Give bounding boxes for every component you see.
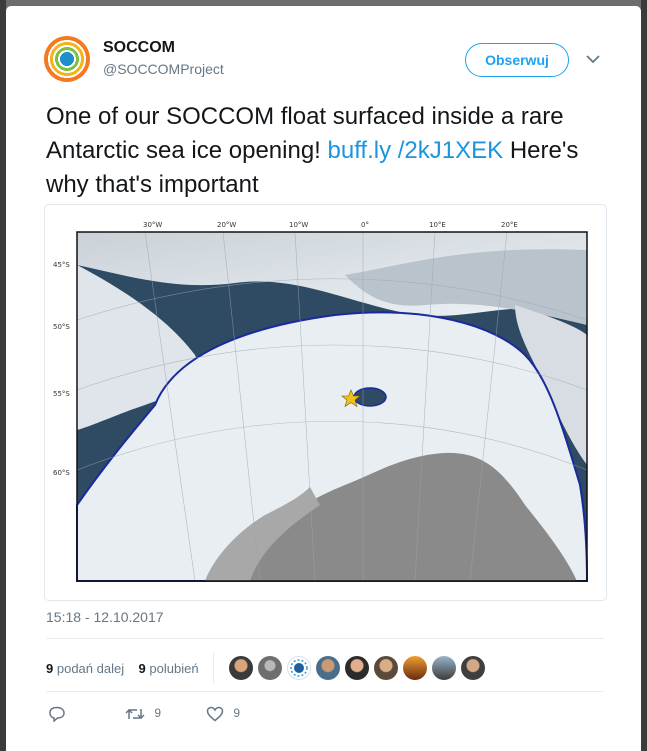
liker-avatar[interactable] (403, 656, 427, 680)
retweet-action-count: 9 (154, 706, 162, 721)
heart-icon (206, 706, 224, 722)
screen-name[interactable]: @SOCCOMProject (103, 61, 224, 77)
follow-button[interactable]: Obserwuj (465, 43, 569, 77)
retweet-action[interactable]: 9 (125, 706, 161, 722)
chevron-down-icon[interactable] (584, 52, 602, 66)
divider (46, 691, 604, 692)
like-action[interactable]: 9 (206, 706, 240, 722)
reply-action[interactable] (48, 706, 66, 723)
lon-label: 20°E (501, 221, 518, 229)
tweet-link[interactable]: buff.ly /2kJ1XEK (328, 137, 504, 164)
like-action-count: 9 (233, 706, 241, 721)
tweet-card: SOCCOM @SOCCOMProject Obserwuj One of ou… (6, 6, 641, 751)
tweet-media-map[interactable]: 30°W 20°W 10°W 0° 10°E 20°E 45°S 50°S 55… (44, 204, 607, 601)
reply-icon (49, 706, 65, 723)
lon-label: 10°W (289, 221, 308, 229)
tweet-text: One of our SOCCOM float surfaced inside … (46, 100, 606, 202)
engagement-stats: 9 podań dalej 9 polubień (46, 661, 199, 676)
display-name[interactable]: SOCCOM (103, 39, 175, 57)
lon-label: 20°W (217, 221, 236, 229)
lat-label: 45°S (53, 261, 70, 269)
divider (46, 638, 604, 639)
stats-separator (213, 653, 214, 683)
background-page-right (641, 0, 647, 751)
liker-avatar[interactable] (316, 656, 340, 680)
lat-label: 55°S (53, 390, 70, 398)
lon-label: 30°W (143, 221, 162, 229)
lat-label: 60°S (53, 469, 70, 477)
like-label[interactable]: polubień (149, 661, 198, 676)
lon-label: 10°E (429, 221, 446, 229)
retweet-count[interactable]: 9 (46, 661, 53, 676)
like-count[interactable]: 9 (139, 661, 146, 676)
liker-avatar[interactable] (258, 656, 282, 680)
liker-avatar[interactable] (461, 656, 485, 680)
liker-avatar[interactable] (287, 656, 311, 680)
soccom-logo-icon[interactable] (44, 36, 90, 82)
retweet-label[interactable]: podań dalej (57, 661, 124, 676)
sea-ice-map: 30°W 20°W 10°W 0° 10°E 20°E 45°S 50°S 55… (53, 221, 589, 582)
lon-label: 0° (361, 221, 369, 229)
lat-label: 50°S (53, 323, 70, 331)
liker-avatar[interactable] (432, 656, 456, 680)
retweet-icon (125, 708, 145, 720)
tweet-timestamp[interactable]: 15:18 - 12.10.2017 (46, 609, 164, 625)
liker-avatar[interactable] (345, 656, 369, 680)
liker-avatar[interactable] (374, 656, 398, 680)
liker-avatar[interactable] (229, 656, 253, 680)
